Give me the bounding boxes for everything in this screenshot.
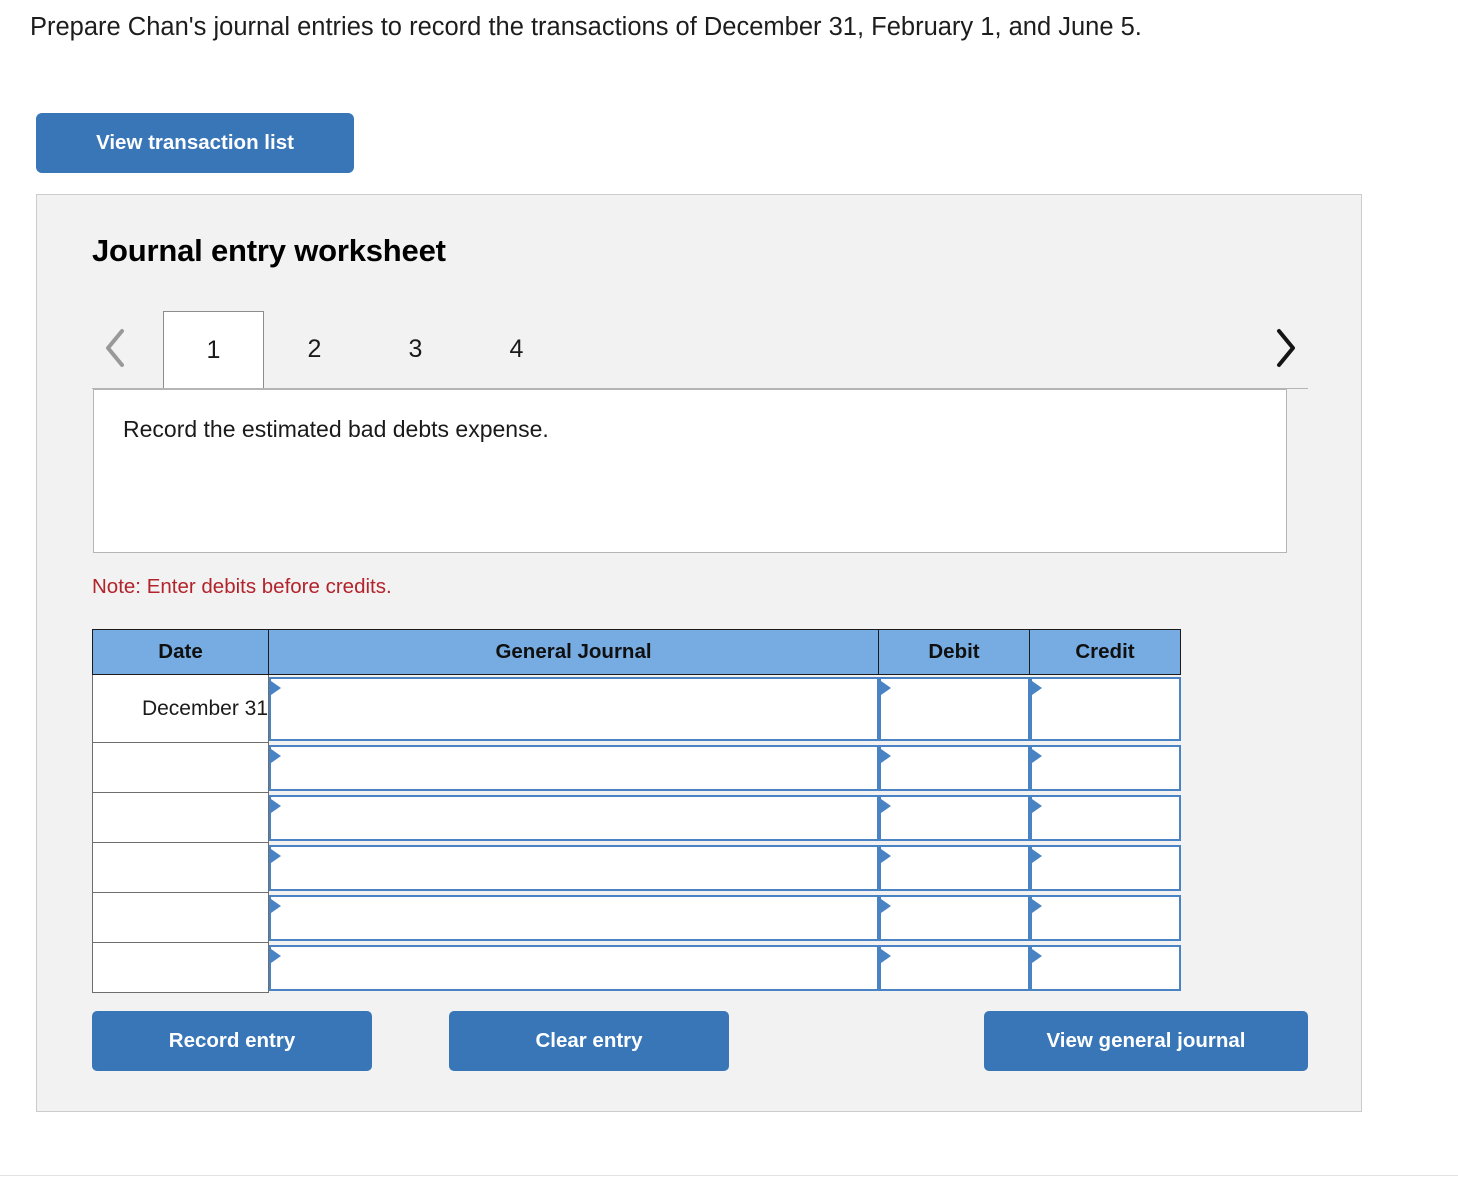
view-transaction-list-button[interactable]: View transaction list	[36, 113, 354, 173]
worksheet-title: Journal entry worksheet	[92, 233, 446, 268]
credit-cell[interactable]	[1029, 843, 1181, 893]
date-cell[interactable]	[92, 742, 269, 793]
date-cell[interactable]	[92, 792, 269, 843]
journal-account-cell[interactable]	[269, 743, 879, 793]
date-cell[interactable]	[92, 942, 269, 993]
entry-description-text: Record the estimated bad debts expense.	[123, 416, 549, 442]
table-row	[92, 842, 1181, 893]
record-entry-button[interactable]: Record entry	[92, 1011, 372, 1071]
view-general-journal-button[interactable]: View general journal	[984, 1011, 1308, 1071]
journal-account-cell[interactable]	[269, 843, 879, 893]
table-row: December 31	[92, 674, 1181, 743]
table-row	[92, 892, 1181, 943]
tab-entry-3[interactable]: 3	[365, 311, 466, 387]
clear-entry-button[interactable]: Clear entry	[449, 1011, 729, 1071]
tab-entry-4[interactable]: 4	[466, 311, 567, 387]
journal-account-cell[interactable]	[269, 675, 879, 743]
dropdown-caret-icon	[880, 848, 891, 863]
debit-cell[interactable]	[878, 675, 1030, 743]
tab-label: 2	[307, 334, 322, 363]
dropdown-caret-icon	[271, 680, 281, 695]
journal-account-cell[interactable]	[269, 943, 879, 993]
chevron-left-icon	[102, 326, 128, 370]
credit-cell[interactable]	[1029, 743, 1181, 793]
dropdown-caret-icon	[271, 848, 281, 863]
worksheet-tabbar: 1 2 3 4	[92, 309, 1308, 389]
debit-cell[interactable]	[878, 843, 1030, 893]
dropdown-caret-icon	[880, 798, 891, 813]
credit-cell[interactable]	[1029, 893, 1181, 943]
journal-entry-worksheet-panel: Journal entry worksheet 1 2 3 4 Record t…	[36, 194, 1362, 1112]
table-row	[92, 942, 1181, 993]
dropdown-caret-icon	[880, 748, 891, 763]
dropdown-caret-icon	[271, 748, 281, 763]
tab-label: 1	[206, 336, 221, 364]
entry-description-box: Record the estimated bad debts expense.	[93, 389, 1287, 553]
journal-account-cell[interactable]	[269, 793, 879, 843]
dropdown-caret-icon	[1031, 798, 1042, 813]
tab-label: 4	[509, 334, 524, 363]
credit-cell[interactable]	[1029, 943, 1181, 993]
debit-cell[interactable]	[878, 943, 1030, 993]
general-journal-table: Date General Journal Debit Credit Decemb…	[92, 629, 1181, 993]
dropdown-caret-icon	[271, 898, 281, 913]
bottom-divider	[0, 1175, 1458, 1176]
date-cell[interactable]	[92, 892, 269, 943]
dropdown-caret-icon	[1031, 748, 1042, 763]
dropdown-caret-icon	[1031, 680, 1042, 695]
journal-account-cell[interactable]	[269, 893, 879, 943]
debits-before-credits-note: Note: Enter debits before credits.	[92, 575, 392, 598]
date-cell[interactable]	[92, 842, 269, 893]
debit-cell[interactable]	[878, 893, 1030, 943]
table-row	[92, 742, 1181, 793]
table-header-row: Date General Journal Debit Credit	[92, 629, 1181, 675]
credit-cell[interactable]	[1029, 793, 1181, 843]
dropdown-caret-icon	[880, 898, 891, 913]
dropdown-caret-icon	[880, 680, 891, 695]
tab-entry-2[interactable]: 2	[264, 311, 365, 387]
credit-cell[interactable]	[1029, 675, 1181, 743]
tab-entry-1[interactable]: 1	[163, 311, 264, 389]
table-row	[92, 792, 1181, 843]
dropdown-caret-icon	[271, 948, 281, 963]
next-entry-button[interactable]	[1262, 309, 1308, 387]
debit-cell[interactable]	[878, 793, 1030, 843]
column-header-debit: Debit	[878, 629, 1030, 675]
date-cell[interactable]: December 31	[92, 674, 269, 743]
debit-cell[interactable]	[878, 743, 1030, 793]
tab-label: 3	[408, 334, 423, 363]
column-header-general-journal: General Journal	[268, 629, 879, 675]
chevron-right-icon	[1272, 326, 1298, 370]
dropdown-caret-icon	[1031, 948, 1042, 963]
prev-entry-button[interactable]	[92, 309, 138, 387]
column-header-date: Date	[92, 629, 269, 675]
dropdown-caret-icon	[1031, 898, 1042, 913]
dropdown-caret-icon	[271, 798, 281, 813]
page-title: Prepare Chan's journal entries to record…	[30, 13, 1142, 41]
dropdown-caret-icon	[880, 948, 891, 963]
dropdown-caret-icon	[1031, 848, 1042, 863]
column-header-credit: Credit	[1029, 629, 1181, 675]
